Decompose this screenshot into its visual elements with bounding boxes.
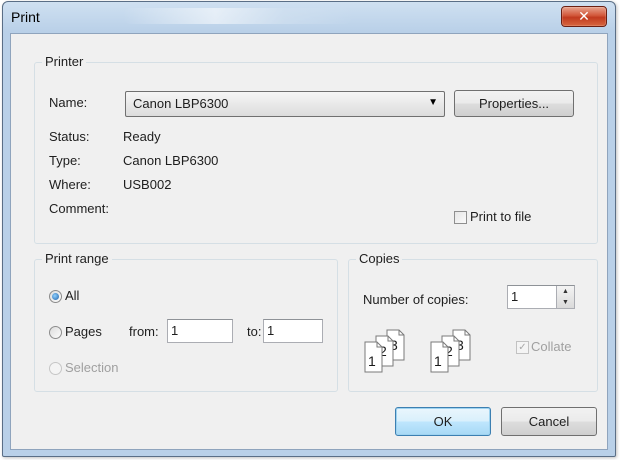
page-number-1: 1 [368,353,376,369]
copies-group-label: Copies [356,251,403,266]
to-page-value: 1 [267,323,275,338]
status-label: Status: [49,129,90,144]
print-range-group-label: Print range [42,251,112,266]
to-page-input[interactable]: 1 [263,319,323,343]
properties-button[interactable]: Properties... [454,90,574,117]
pages-label[interactable]: Pages [65,324,102,339]
title-bar-glare [123,8,353,24]
close-button[interactable]: ✕ [561,6,607,27]
printer-name-dropdown[interactable]: Canon LBP6300 ▼ [125,91,445,117]
close-icon: ✕ [578,8,590,24]
dropdown-arrow-icon: ▼ [428,97,438,108]
status-value: Ready [123,129,161,144]
where-label: Where: [49,177,91,192]
collate-label[interactable]: Collate [531,339,571,354]
pages-radio[interactable] [49,326,62,339]
all-label[interactable]: All [65,288,79,303]
printer-name-value: Canon LBP6300 [133,96,229,111]
all-radio[interactable] [49,290,62,303]
collate-checkbox[interactable]: ✓ [516,341,529,354]
ok-button[interactable]: OK [395,407,491,436]
comment-label: Comment: [49,201,109,216]
checkmark-icon: ✓ [518,342,527,353]
printer-group-label: Printer [42,54,87,69]
from-label: from: [129,324,159,339]
cancel-button[interactable]: Cancel [501,407,597,436]
to-label: to: [247,324,262,339]
number-of-copies-label: Number of copies: [363,292,469,307]
window-title: Print [11,9,40,25]
spin-down-icon[interactable]: ▼ [557,297,574,308]
type-value: Canon LBP6300 [123,153,219,168]
selection-label[interactable]: Selection [65,360,118,375]
spin-up-icon[interactable]: ▲ [557,286,574,297]
name-label: Name: [49,95,88,110]
title-bar[interactable]: Print ✕ [3,2,615,32]
print-to-file-label[interactable]: Print to file [470,209,531,224]
number-of-copies-value: 1 [511,289,519,304]
selection-radio[interactable] [49,362,62,375]
type-label: Type: [49,153,81,168]
copies-spinner[interactable]: ▲ ▼ [556,286,574,308]
collate-pages-icon: 3 2 1 [430,329,471,373]
dialog-client-area: Printer Name: Canon LBP6300 ▼ Properties… [10,33,608,450]
print-to-file-checkbox[interactable] [454,211,467,224]
from-page-value: 1 [171,323,179,338]
from-page-input[interactable]: 1 [167,319,233,343]
number-of-copies-input[interactable]: 1 ▲ ▼ [507,285,575,309]
print-dialog: Print ✕ Printer Name: Canon LBP6300 ▼ Pr… [2,1,616,457]
page-number-1: 1 [434,353,442,369]
where-value: USB002 [123,177,172,192]
collate-pages-icon: 3 2 1 [364,329,405,373]
